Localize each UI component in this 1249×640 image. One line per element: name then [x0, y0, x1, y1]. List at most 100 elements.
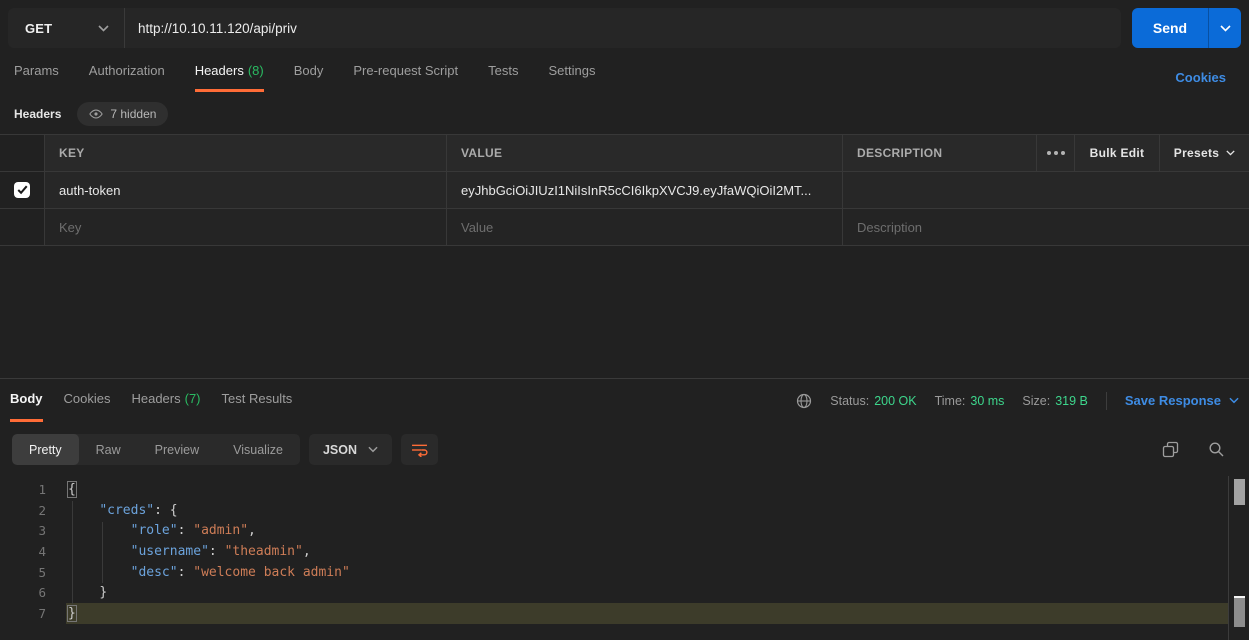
scrollbar-thumb[interactable]	[1234, 479, 1245, 505]
request-tabs: Params Authorization Headers(8) Body Pre…	[14, 63, 595, 92]
view-raw[interactable]: Raw	[79, 434, 138, 465]
eye-icon	[89, 109, 103, 119]
view-switcher: Pretty Raw Preview Visualize	[12, 434, 300, 465]
wrap-text-icon	[411, 443, 428, 457]
response-headers-count: (7)	[185, 391, 201, 406]
hidden-headers-toggle[interactable]: 7 hidden	[77, 102, 168, 126]
headers-table-header: KEY VALUE DESCRIPTION Bulk Edit Presets	[0, 135, 1249, 172]
indent-guide	[102, 522, 103, 583]
code-line: 7}	[0, 603, 1228, 624]
code-line: 4 "username": "theadmin",	[0, 541, 1228, 562]
tab-tests[interactable]: Tests	[488, 63, 518, 92]
status-value: 200 OK	[874, 394, 916, 408]
response-tab-body[interactable]: Body	[10, 379, 43, 422]
tab-body[interactable]: Body	[294, 63, 324, 92]
headers-table: KEY VALUE DESCRIPTION Bulk Edit Presets …	[0, 134, 1249, 246]
meta-separator	[1106, 392, 1107, 410]
send-button[interactable]: Send	[1132, 8, 1208, 48]
select-all-cell	[0, 135, 45, 172]
scrollbar-cursor-marker	[1234, 596, 1245, 627]
globe-icon[interactable]	[796, 393, 812, 409]
new-description-field[interactable]: Description	[843, 209, 1249, 246]
cookies-link[interactable]: Cookies	[1175, 70, 1226, 85]
column-key: KEY	[45, 135, 447, 172]
chevron-down-icon	[1226, 150, 1235, 156]
size-indicator: Size: 319 B	[1022, 394, 1087, 408]
tab-settings[interactable]: Settings	[548, 63, 595, 92]
view-pretty[interactable]: Pretty	[12, 434, 79, 465]
request-url-bar: GET http://10.10.11.120/api/priv Send	[8, 8, 1241, 48]
url-input[interactable]: http://10.10.11.120/api/priv	[125, 8, 1121, 48]
copy-icon[interactable]	[1162, 441, 1179, 458]
search-icon[interactable]	[1208, 441, 1225, 458]
response-tabs: Body Cookies Headers(7) Test Results Sta…	[10, 379, 1239, 422]
response-tab-test-results[interactable]: Test Results	[222, 379, 293, 422]
more-actions-icon[interactable]	[1047, 151, 1065, 155]
url-text: http://10.10.11.120/api/priv	[138, 21, 297, 36]
response-meta: Status: 200 OK Time: 30 ms Size: 319 B S…	[796, 379, 1239, 422]
column-description: DESCRIPTION	[843, 135, 1037, 172]
new-value-field[interactable]: Value	[447, 209, 843, 246]
chevron-down-icon	[368, 446, 378, 453]
line-number: 3	[0, 523, 46, 538]
postman-window: GET http://10.10.11.120/api/priv Send Pa…	[0, 0, 1249, 640]
header-key-field[interactable]: auth-token	[45, 172, 447, 209]
method-label: GET	[25, 21, 52, 36]
line-number: 5	[0, 565, 46, 580]
headers-count: (8)	[248, 63, 264, 78]
line-number: 6	[0, 585, 46, 600]
code-line: 6 }	[0, 582, 1228, 603]
response-editor[interactable]: 1{2 "creds": {3 "role": "admin",4 "usern…	[0, 476, 1228, 640]
code-line: 1{	[0, 479, 1228, 500]
more-actions-cell	[1037, 135, 1075, 172]
header-description-field[interactable]	[843, 172, 1249, 209]
chevron-down-icon	[98, 25, 109, 32]
response-tab-headers[interactable]: Headers(7)	[131, 379, 200, 422]
column-value: VALUE	[447, 135, 843, 172]
bulk-edit-button[interactable]: Bulk Edit	[1075, 135, 1160, 172]
response-tab-cookies[interactable]: Cookies	[64, 379, 111, 422]
line-number: 7	[0, 606, 46, 621]
status-indicator: Status: 200 OK	[830, 394, 916, 408]
status-label: Status:	[830, 394, 869, 408]
send-options-button[interactable]	[1208, 8, 1241, 48]
response-toolbar: Pretty Raw Preview Visualize JSON	[12, 434, 1237, 465]
time-label: Time:	[935, 394, 966, 408]
time-value: 30 ms	[970, 394, 1004, 408]
url-container: GET http://10.10.11.120/api/priv	[8, 8, 1121, 48]
tab-params[interactable]: Params	[14, 63, 59, 92]
tab-pre-request-script[interactable]: Pre-request Script	[353, 63, 458, 92]
line-number: 1	[0, 482, 46, 497]
chevron-down-icon	[1220, 25, 1231, 32]
chevron-down-icon	[1229, 397, 1239, 404]
code-line: 5 "desc": "welcome back admin"	[0, 562, 1228, 583]
headers-section-title: Headers	[14, 107, 61, 121]
send-label: Send	[1153, 20, 1187, 36]
row-checkbox-cell	[0, 172, 45, 209]
view-visualize[interactable]: Visualize	[216, 434, 300, 465]
save-response-button[interactable]: Save Response	[1125, 393, 1239, 408]
send-split-button: Send	[1132, 8, 1241, 48]
presets-dropdown[interactable]: Presets	[1160, 135, 1249, 172]
view-preview[interactable]: Preview	[138, 434, 216, 465]
size-label: Size:	[1022, 394, 1050, 408]
row-checkbox-cell	[0, 209, 45, 246]
line-number: 4	[0, 544, 46, 559]
headers-subbar: Headers 7 hidden	[14, 102, 168, 126]
size-value: 319 B	[1055, 394, 1088, 408]
code-line: 2 "creds": {	[0, 500, 1228, 521]
header-value-field[interactable]: eyJhbGciOiJIUzI1NiIsInR5cCI6IkpXVCJ9.eyJ…	[447, 172, 843, 209]
code-line: 3 "role": "admin",	[0, 520, 1228, 541]
format-dropdown[interactable]: JSON	[309, 434, 392, 465]
table-row: auth-token eyJhbGciOiJIUzI1NiIsInR5cCI6I…	[0, 172, 1249, 209]
row-checkbox[interactable]	[14, 182, 30, 198]
hidden-headers-label: 7 hidden	[110, 107, 156, 121]
wrap-text-button[interactable]	[401, 434, 438, 465]
tab-headers[interactable]: Headers(8)	[195, 63, 264, 92]
method-selector[interactable]: GET	[8, 8, 125, 48]
editor-scrollbar[interactable]	[1228, 476, 1249, 640]
tab-authorization[interactable]: Authorization	[89, 63, 165, 92]
time-indicator: Time: 30 ms	[935, 394, 1005, 408]
line-number: 2	[0, 503, 46, 518]
new-key-field[interactable]: Key	[45, 209, 447, 246]
